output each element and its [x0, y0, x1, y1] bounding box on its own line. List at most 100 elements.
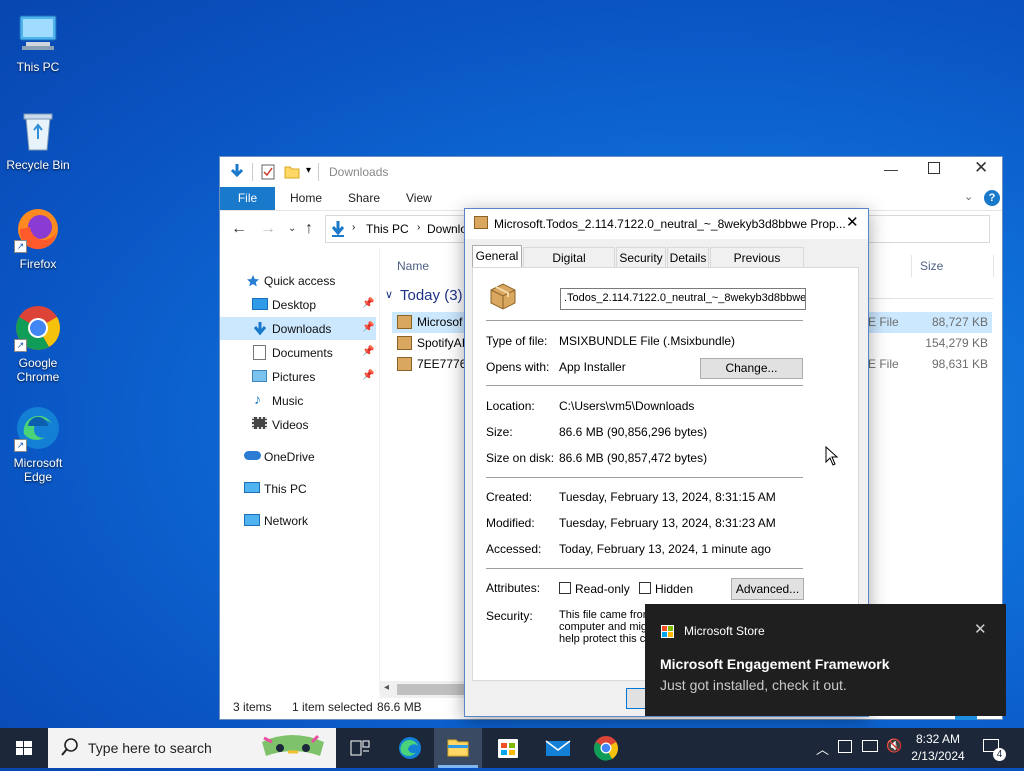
hidden-label[interactable]: Hidden	[655, 582, 693, 596]
scroll-left-icon[interactable]: ◂	[384, 682, 389, 693]
tab-previous-versions[interactable]: Previous Versions	[710, 247, 804, 285]
forward-arrow-icon[interactable]: →	[260, 220, 276, 238]
volume-muted-icon[interactable]: 🔇	[886, 738, 902, 754]
file-explorer-taskbar-icon[interactable]	[434, 728, 482, 768]
column-divider[interactable]	[911, 255, 912, 277]
pin-icon[interactable]: 📌	[362, 298, 374, 309]
nav-documents[interactable]: Documents	[272, 346, 333, 360]
security-shield-icon[interactable]	[838, 740, 852, 753]
close-icon[interactable]: ✕	[846, 213, 859, 231]
group-collapse-icon[interactable]: ∨	[385, 288, 393, 301]
column-divider[interactable]	[993, 255, 994, 277]
breadcrumb-this-pc[interactable]: This PC	[366, 222, 409, 236]
properties-icon[interactable]	[260, 164, 276, 183]
group-header[interactable]: Today (3)	[400, 287, 463, 304]
package-icon	[474, 216, 488, 229]
filename-input[interactable]: .Todos_2.114.7122.0_neutral_~_8wekyb3d8b…	[560, 288, 806, 310]
back-arrow-icon[interactable]: ←	[231, 220, 247, 238]
nav-desktop[interactable]: Desktop	[272, 298, 316, 312]
read-only-checkbox[interactable]	[559, 582, 571, 594]
dialog-title-bar[interactable]: Microsoft.Todos_2.114.7122.0_neutral_~_8…	[465, 209, 868, 239]
hidden-checkbox[interactable]	[639, 582, 651, 594]
search-box[interactable]: Type here to search	[48, 728, 336, 768]
tab-general[interactable]: General	[472, 245, 522, 268]
microsoft-store-icon	[661, 625, 674, 638]
nav-downloads[interactable]: Downloads	[272, 322, 331, 336]
desktop-icon-chrome[interactable]: ↗ Google Chrome	[0, 304, 76, 384]
security-line: help protect this co	[559, 633, 647, 645]
read-only-label[interactable]: Read-only	[575, 582, 630, 596]
file-size: 88,727 KB	[931, 315, 988, 329]
desktop-icon-edge[interactable]: ↗ Microsoft Edge	[0, 404, 76, 484]
security-line: computer and migh	[559, 621, 647, 633]
pane-splitter[interactable]	[379, 248, 380, 693]
tab-home[interactable]: Home	[290, 187, 322, 210]
package-icon	[397, 336, 412, 350]
chrome-taskbar-icon[interactable]	[582, 728, 630, 768]
search-highlight-mask-icon	[258, 732, 328, 767]
divider	[486, 477, 803, 478]
nav-music[interactable]: Music	[272, 394, 303, 408]
start-button[interactable]	[0, 728, 48, 768]
location-label: Location:	[486, 399, 535, 413]
clock-time[interactable]: 8:32 AM	[912, 732, 964, 746]
nav-quick-access[interactable]: Quick access	[264, 274, 335, 288]
toast-notification[interactable]: Microsoft Store ✕ Microsoft Engagement F…	[645, 604, 1006, 716]
close-icon[interactable]: ✕	[974, 620, 987, 638]
network-icon[interactable]	[862, 740, 878, 752]
column-header-size[interactable]: Size	[920, 259, 943, 273]
modified-label: Modified:	[486, 516, 535, 530]
desktop-icon-firefox[interactable]: ↗ Firefox	[0, 205, 76, 271]
qat-dropdown-icon[interactable]: ▾	[306, 165, 311, 176]
pin-icon[interactable]: 📌	[362, 322, 374, 333]
scroll-handle	[955, 716, 977, 720]
help-icon[interactable]: ?	[984, 190, 1000, 206]
nav-videos[interactable]: Videos	[272, 418, 308, 432]
close-icon[interactable]: ✕	[974, 158, 988, 178]
recycle-bin-icon	[14, 106, 62, 154]
size-label: Size:	[486, 425, 513, 439]
column-header-name[interactable]: Name	[397, 259, 429, 273]
breadcrumb-downloads[interactable]: Downlo	[427, 222, 467, 236]
tab-security[interactable]: Security	[616, 247, 666, 267]
new-folder-icon[interactable]	[284, 164, 300, 183]
pin-icon[interactable]: 📌	[362, 370, 374, 381]
nav-onedrive[interactable]: OneDrive	[264, 450, 315, 464]
ribbon-expand-icon[interactable]: ⌄	[964, 190, 973, 203]
title-bar[interactable]: ▾ Downloads — ✕	[220, 157, 1002, 187]
scrollbar-thumb[interactable]	[397, 684, 467, 695]
tab-digital-signatures[interactable]: Digital Signatures	[523, 247, 615, 285]
tab-file[interactable]: File	[220, 187, 275, 210]
clock-date[interactable]: 2/13/2024	[908, 749, 968, 763]
change-button[interactable]: Change...	[700, 358, 803, 379]
up-arrow-icon[interactable]: ↑	[305, 220, 313, 238]
desktop-icon-recycle-bin[interactable]: Recycle Bin	[0, 106, 76, 172]
mail-taskbar-icon[interactable]	[534, 728, 582, 768]
recent-locations-icon[interactable]: ⌄	[288, 223, 296, 234]
dialog-title: Microsoft.Todos_2.114.7122.0_neutral_~_8…	[494, 217, 846, 231]
tab-view[interactable]: View	[406, 187, 432, 210]
group-rule	[868, 298, 993, 299]
maximize-icon[interactable]	[928, 162, 940, 174]
chrome-icon: ↗	[14, 304, 62, 352]
advanced-button[interactable]: Advanced...	[731, 578, 804, 600]
mouse-cursor-icon	[825, 445, 839, 469]
minimize-icon[interactable]: —	[884, 161, 898, 177]
nav-this-pc[interactable]: This PC	[264, 482, 307, 496]
tab-details[interactable]: Details	[667, 247, 709, 267]
music-icon: ♪	[254, 391, 261, 407]
downloads-icon	[330, 220, 346, 241]
search-icon	[61, 737, 79, 760]
microsoft-store-taskbar-icon[interactable]	[484, 728, 532, 768]
show-hidden-icons-chevron-icon[interactable]: ︿	[816, 739, 829, 758]
tab-share[interactable]: Share	[348, 187, 380, 210]
task-view-icon[interactable]	[336, 728, 384, 768]
package-icon	[397, 357, 412, 371]
desktop-icon-label: Firefox	[19, 257, 57, 271]
nav-network[interactable]: Network	[264, 514, 308, 528]
desktop-icon-this-pc[interactable]: This PC	[0, 8, 76, 74]
pin-icon[interactable]: 📌	[362, 346, 374, 357]
edge-taskbar-icon[interactable]	[386, 728, 434, 768]
nav-pictures[interactable]: Pictures	[272, 370, 315, 384]
videos-icon	[252, 417, 267, 429]
